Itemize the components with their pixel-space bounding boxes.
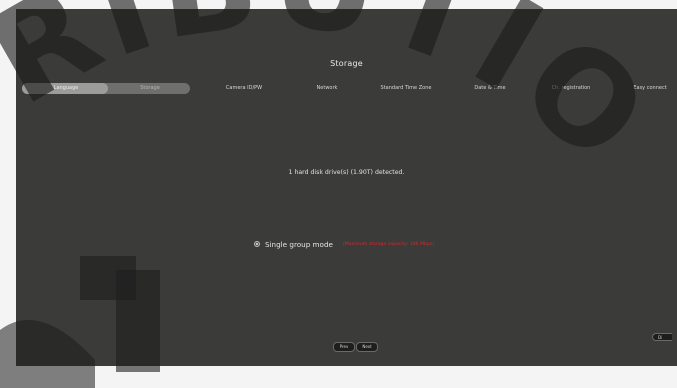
prev-button[interactable]: Prev [333, 342, 355, 352]
step-easy-connect[interactable]: Easy connect [633, 85, 666, 91]
step-ch-registration[interactable]: Ch. registration [552, 85, 591, 91]
single-group-mode-label: Single group mode [265, 239, 333, 249]
wizard-step-bar: Language Storage Camera ID/PW Network St… [22, 81, 677, 97]
setup-wizard-screen: Storage Language Storage Camera ID/PW Ne… [16, 9, 677, 366]
wizard-title: Storage [330, 59, 363, 68]
single-group-mode-radio[interactable] [254, 241, 260, 247]
corner-button[interactable]: Di [652, 333, 672, 341]
step-camera-id-pw[interactable]: Camera ID/PW [226, 85, 262, 91]
step-date-time[interactable]: Date & Time [474, 85, 505, 91]
step-network[interactable]: Network [317, 85, 338, 91]
step-storage[interactable]: Storage [140, 85, 160, 91]
next-button[interactable]: Next [356, 342, 378, 352]
max-capacity-warning: (Maximum storage capacity: 190 Mbps) [342, 241, 435, 247]
single-group-mode-option[interactable]: Single group mode (Maximum storage capac… [254, 239, 434, 249]
disk-detected-message: 1 hard disk drive(s) (1.90T) detected. [288, 169, 405, 176]
step-standard-time-zone[interactable]: Standard Time Zone [381, 85, 432, 91]
step-language[interactable]: Language [54, 85, 79, 91]
screenshot-frame: Storage Language Storage Camera ID/PW Ne… [0, 0, 677, 388]
